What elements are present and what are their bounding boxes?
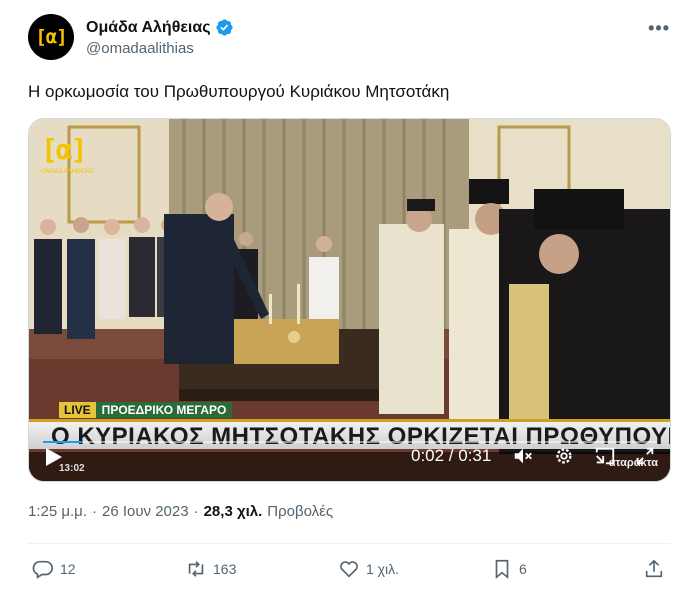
video-progress-fill <box>43 441 83 443</box>
video-progress-bar[interactable] <box>43 441 657 443</box>
share-icon <box>645 559 663 578</box>
tweet-time[interactable]: 1:25 μ.μ. <box>28 503 87 520</box>
retweet-icon <box>188 561 204 577</box>
author-name-row[interactable]: Ομάδα Αλήθειας <box>86 18 234 37</box>
reply-count: 12 <box>60 561 76 577</box>
views-label: Προβολές <box>267 503 334 520</box>
bookmark-count: 6 <box>519 561 527 577</box>
live-bar: LIVE ΠΡΟΕΔΡΙΚΟ ΜΕΓΑΡΟ <box>59 402 233 418</box>
retweet-button[interactable]: 163 <box>185 558 236 580</box>
tweet-meta: 1:25 μ.μ. · 26 Ιουν 2023 · 28,3 χιλ. Προ… <box>28 503 333 520</box>
pip-icon[interactable] <box>593 445 617 467</box>
bookmark-button[interactable]: 6 <box>491 558 527 580</box>
location-label: ΠΡΟΕΔΡΙΚΟ ΜΕΓΑΡΟ <box>95 402 233 418</box>
tweet-text: Η ορκωμοσία του Πρωθυπουργού Κυριάκου Μη… <box>28 82 450 101</box>
avatar-logo: [α] <box>35 26 67 48</box>
more-horizontal-icon[interactable]: ••• <box>648 18 670 39</box>
tweet-date[interactable]: 26 Ιουν 2023 <box>102 503 189 520</box>
news-headline: Ο ΚΥΡΙΑΚΟΣ ΜΗΤΣΟΤΑΚΗΣ ΟΡΚΙΖΕΤΑΙ ΠΡΩΘΥΠΟΥ… <box>51 423 671 450</box>
retweet-count: 163 <box>213 561 237 577</box>
video-time: 0:02 / 0:31 <box>411 446 492 465</box>
play-icon[interactable] <box>45 447 63 467</box>
video-player[interactable]: [α] ΟΜΑΔΑ ΑΛΗΘΕΙΑΣ LIVE ΠΡΟΕΔΡΙΚΟ ΜΕΓΑΡΟ… <box>28 118 671 482</box>
like-button[interactable]: 1 χιλ. <box>338 558 399 580</box>
verified-badge-icon <box>215 19 233 36</box>
settings-icon[interactable] <box>552 445 576 467</box>
avatar[interactable]: [α] <box>28 14 74 60</box>
heart-icon <box>340 561 358 578</box>
like-count: 1 χιλ. <box>366 561 400 577</box>
author-handle[interactable]: @omadaalithias <box>86 40 194 57</box>
channel-logo: [α] <box>41 133 88 166</box>
tweet-header: [α] Ομάδα Αλήθειας @omadaalithias ••• <box>28 14 678 62</box>
meta-separator: · <box>91 503 97 520</box>
divider <box>28 543 671 544</box>
bookmark-icon <box>495 559 509 580</box>
channel-logo-caption: ΟΜΑΔΑ ΑΛΗΘΕΙΑΣ <box>41 169 95 175</box>
reply-button[interactable]: 12 <box>32 558 76 580</box>
live-badge: LIVE <box>59 402 96 418</box>
mute-icon[interactable] <box>511 445 535 467</box>
tweet-actions: 12 163 1 χιλ. 6 <box>28 558 671 582</box>
share-button[interactable] <box>643 558 665 580</box>
meta-separator: · <box>193 503 199 520</box>
fullscreen-icon[interactable] <box>633 445 657 467</box>
display-name[interactable]: Ομάδα Αλήθειας <box>86 19 211 37</box>
reply-icon <box>32 560 53 579</box>
views-count: 28,3 χιλ. <box>203 503 263 520</box>
